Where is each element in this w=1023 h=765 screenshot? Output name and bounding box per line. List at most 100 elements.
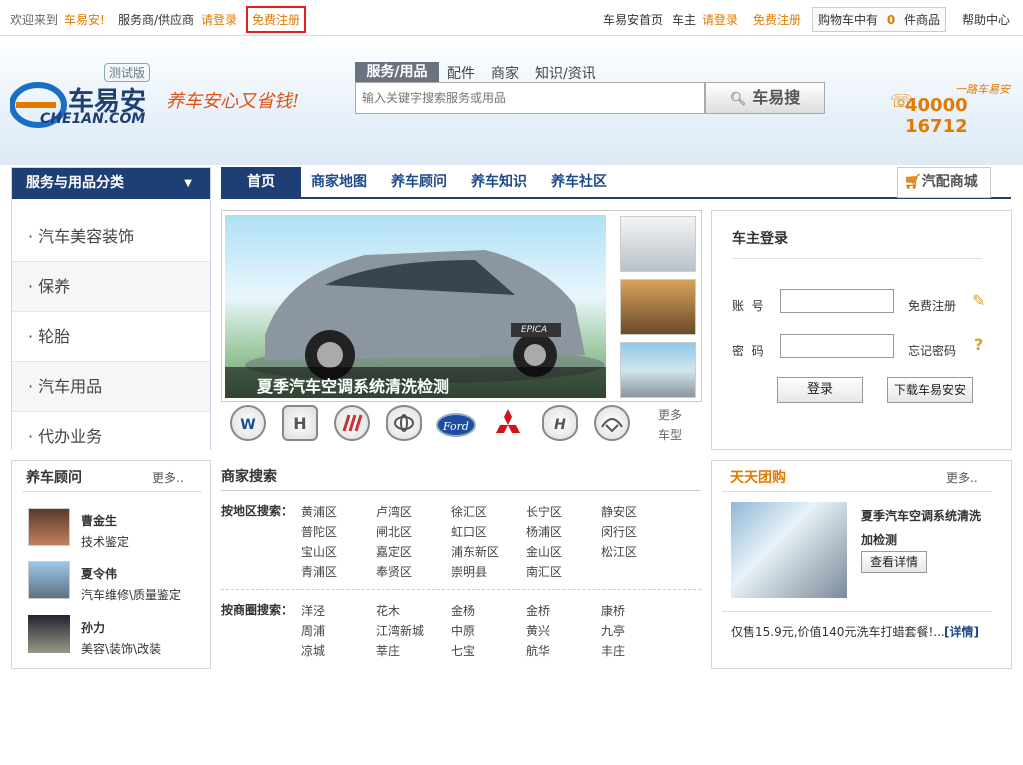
view-details-button[interactable]: 查看详情 xyxy=(861,551,927,573)
avatar[interactable] xyxy=(28,508,70,546)
tab-community[interactable]: 养车社区 xyxy=(551,167,607,198)
group-buy-more-link[interactable]: 更多.. xyxy=(946,469,978,486)
home-link[interactable]: 车易安首页 xyxy=(603,11,663,28)
circle-link[interactable]: 七宝 xyxy=(451,642,475,659)
circle-link[interactable]: 周浦 xyxy=(301,622,325,639)
banner-thumb-1[interactable] xyxy=(620,216,696,272)
district-link[interactable]: 徐汇区 xyxy=(451,503,487,520)
district-link[interactable]: 闵行区 xyxy=(601,523,637,540)
banner-image[interactable]: EPICA 夏季汽车空调系统清洗检测 xyxy=(225,215,606,398)
parts-mall-button[interactable]: 🛒︎汽配商城 xyxy=(897,167,991,198)
tab-merchant-map[interactable]: 商家地图 xyxy=(311,167,367,198)
circle-link[interactable]: 黄兴 xyxy=(526,622,550,639)
district-link[interactable]: 南汇区 xyxy=(526,563,562,580)
district-link[interactable]: 虹口区 xyxy=(451,523,487,540)
welcome-text: 欢迎来到 xyxy=(10,13,59,27)
avatar[interactable] xyxy=(28,561,70,599)
district-link[interactable]: 静安区 xyxy=(601,503,637,520)
group-buy-item-title-1[interactable]: 夏季汽车空调系统清洗 xyxy=(861,507,981,524)
advisors-more-link[interactable]: 更多.. xyxy=(152,469,184,486)
search-input[interactable] xyxy=(355,82,705,114)
register-link[interactable]: 免费注册 xyxy=(246,6,307,33)
brand-buick-icon[interactable] xyxy=(334,405,370,441)
search-button[interactable]: 🔍︎ 车易搜 xyxy=(705,82,825,114)
district-link[interactable]: 宝山区 xyxy=(301,543,337,560)
tab-home[interactable]: 首页 xyxy=(221,167,301,198)
tab-knowledge[interactable]: 养车知识 xyxy=(471,167,527,198)
district-link[interactable]: 黄浦区 xyxy=(301,503,337,520)
category-item-maintenance[interactable]: · 保养 xyxy=(12,262,210,312)
circle-link[interactable]: 凉城 xyxy=(301,642,325,659)
district-link[interactable]: 青浦区 xyxy=(301,563,337,580)
district-link[interactable]: 杨浦区 xyxy=(526,523,562,540)
circle-link[interactable]: 九亭 xyxy=(601,622,625,639)
circle-link[interactable]: 洋泾 xyxy=(301,602,325,619)
circle-link[interactable]: 康桥 xyxy=(601,602,625,619)
district-link[interactable]: 普陀区 xyxy=(301,523,337,540)
circle-link[interactable]: 江湾新城 xyxy=(376,622,424,639)
district-link[interactable]: 闸北区 xyxy=(376,523,412,540)
owner-register-link[interactable]: 免费注册 xyxy=(753,11,801,28)
category-item-agency[interactable]: · 代办业务 xyxy=(12,412,210,462)
avatar[interactable] xyxy=(28,615,70,653)
cart-button[interactable]: 购物车中有 0 件商品 xyxy=(812,7,947,32)
circle-link[interactable]: 航华 xyxy=(526,642,550,659)
forgot-password-link[interactable]: 忘记密码 xyxy=(908,342,956,359)
district-link[interactable]: 金山区 xyxy=(526,543,562,560)
advisor-name-3[interactable]: 孙力 xyxy=(81,619,105,636)
brand-link[interactable]: 车易安! xyxy=(64,11,105,28)
register-link-login[interactable]: 免费注册 xyxy=(908,297,956,314)
brands-more-1[interactable]: 更多 xyxy=(658,406,682,423)
owner-login-link[interactable]: 请登录 xyxy=(702,11,738,28)
circle-link[interactable]: 花木 xyxy=(376,602,400,619)
district-link[interactable]: 浦东新区 xyxy=(451,543,499,560)
brand-mazda-icon[interactable] xyxy=(594,405,630,441)
district-link[interactable]: 崇明县 xyxy=(451,563,487,580)
download-button[interactable]: 下载车易安安 xyxy=(887,377,973,403)
search-tab-parts[interactable]: 配件 xyxy=(447,63,475,83)
advisor-name-1[interactable]: 曹金生 xyxy=(81,512,117,529)
advisor-name-2[interactable]: 夏令伟 xyxy=(81,565,117,582)
category-menu-title: 服务与用品分类 xyxy=(26,175,124,191)
circle-link[interactable]: 中原 xyxy=(451,622,475,639)
group-buy-item-title-2[interactable]: 加检测 xyxy=(861,531,897,548)
help-link[interactable]: 帮助中心 xyxy=(962,11,1010,28)
district-link[interactable]: 松江区 xyxy=(601,543,637,560)
banner-thumb-2[interactable] xyxy=(620,279,696,335)
district-link[interactable]: 长宁区 xyxy=(526,503,562,520)
circle-link[interactable]: 丰庄 xyxy=(601,642,625,659)
logo[interactable]: 车易安 CHE1AN.COM xyxy=(9,75,160,130)
tab-advisor[interactable]: 养车顾问 xyxy=(391,167,447,198)
brand-vw-icon[interactable]: W xyxy=(230,405,266,441)
brand-honda-icon[interactable]: H xyxy=(282,405,318,441)
circle-link[interactable]: 金桥 xyxy=(526,602,550,619)
brand-mitsubishi-icon[interactable] xyxy=(490,405,526,441)
group-buy-panel: 天天团购 更多.. 夏季汽车空调系统清洗 加检测 查看详情 仅售15.9元,价值… xyxy=(711,460,1012,669)
group-buy-image[interactable] xyxy=(731,502,847,598)
search-tab-merchants[interactable]: 商家 xyxy=(491,63,519,83)
district-link[interactable]: 奉贤区 xyxy=(376,563,412,580)
svg-text:H: H xyxy=(554,417,566,433)
category-menu-header[interactable]: 服务与用品分类 ▼ xyxy=(12,168,210,199)
circle-link[interactable]: 莘庄 xyxy=(376,642,400,659)
group-buy-details-link[interactable]: [详情] xyxy=(944,623,979,640)
category-item-tires[interactable]: · 轮胎 xyxy=(12,312,210,362)
brand-hyundai-icon[interactable]: H xyxy=(542,405,578,441)
category-item-supplies[interactable]: · 汽车用品 xyxy=(12,362,210,412)
brand-toyota-icon[interactable] xyxy=(386,405,422,441)
circle-link[interactable]: 金杨 xyxy=(451,602,475,619)
brand-ford-icon[interactable]: Ford xyxy=(436,413,476,437)
account-input[interactable] xyxy=(780,289,894,313)
brands-more-2[interactable]: 车型 xyxy=(658,426,682,443)
category-item-beauty[interactable]: · 汽车美容装饰 xyxy=(12,212,210,262)
banner-thumb-3[interactable] xyxy=(620,342,696,398)
password-input[interactable] xyxy=(780,334,894,358)
car-badge: EPICA xyxy=(521,325,548,335)
cart-post: 件商品 xyxy=(904,13,941,27)
login-button[interactable]: 登录 xyxy=(777,377,863,403)
provider-login-link[interactable]: 请登录 xyxy=(201,11,237,28)
district-link[interactable]: 嘉定区 xyxy=(376,543,412,560)
search-tab-services[interactable]: 服务/用品 xyxy=(355,62,439,82)
district-link[interactable]: 卢湾区 xyxy=(376,503,412,520)
search-tab-knowledge[interactable]: 知识/资讯 xyxy=(535,63,596,83)
